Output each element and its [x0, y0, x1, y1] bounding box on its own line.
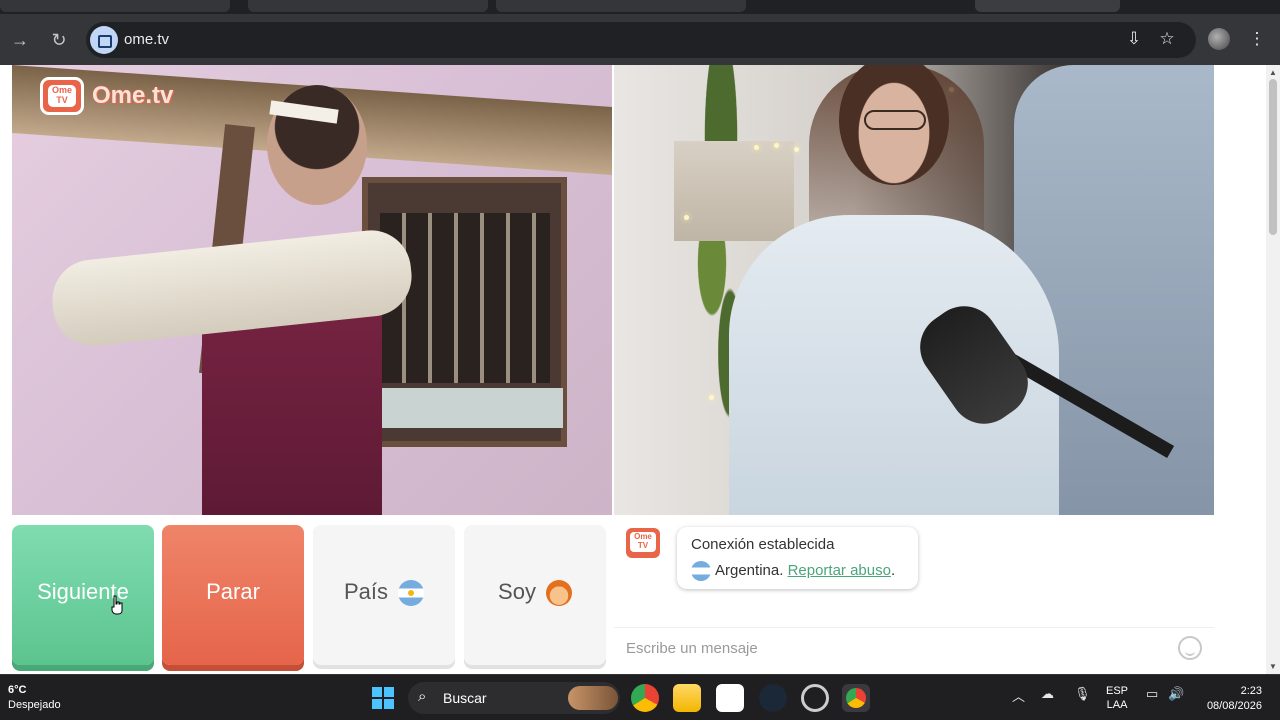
- obs-icon[interactable]: [801, 684, 829, 712]
- taskbar-search[interactable]: ⌕ Buscar: [408, 682, 620, 714]
- microphone-icon[interactable]: 🎙: [1074, 686, 1091, 702]
- bookmark-star-icon[interactable]: ☆: [1154, 26, 1180, 52]
- forward-icon[interactable]: →: [6, 26, 34, 54]
- browser-toolbar: → ↻ ome.tv ⇩ ☆ ⋮: [0, 14, 1280, 65]
- partner-country: Argentina.: [715, 561, 784, 579]
- onedrive-icon[interactable]: ☁: [1041, 686, 1054, 702]
- search-label: Buscar: [443, 690, 487, 706]
- ometv-logo[interactable]: Ome TV Ome.tv: [40, 75, 190, 117]
- ometv-avatar-icon: Ome TV: [626, 528, 660, 558]
- page-content: Ome TV Ome.tv Siguiente Parar País Soy O…: [0, 65, 1280, 674]
- capcut-icon[interactable]: [716, 684, 744, 712]
- url-text: ome.tv: [124, 31, 170, 48]
- connection-status: Conexión establecida: [691, 536, 835, 553]
- hand-cursor-icon: [111, 595, 123, 615]
- profile-avatar[interactable]: [1208, 28, 1230, 50]
- install-app-icon[interactable]: ⇩: [1121, 26, 1147, 52]
- steam-icon[interactable]: [759, 684, 787, 712]
- country-filter-button[interactable]: País: [313, 525, 455, 665]
- chat-panel: Ome TV Conexión establecida Argentina. Re…: [614, 515, 1214, 667]
- more-menu-icon[interactable]: ⋮: [1244, 26, 1270, 52]
- message-input[interactable]: [626, 636, 1166, 660]
- search-icon: ⌕: [418, 688, 427, 705]
- video-person: [864, 110, 926, 130]
- weather-condition: Despejado: [8, 699, 61, 711]
- browser-tab[interactable]: [248, 0, 488, 12]
- system-clock[interactable]: 2:23 08/08/2026: [1200, 684, 1262, 714]
- search-highlight-image: [568, 686, 618, 710]
- windows-taskbar: 6°C Despejado ⌕ Buscar ︿ ☁ 🎙 ESP LAA ▭ 🔊…: [0, 674, 1280, 720]
- video-scene: [674, 141, 794, 241]
- lang-layout: LAA: [1106, 699, 1128, 711]
- woman-emoji-icon: [545, 580, 572, 607]
- gender-button[interactable]: Soy: [464, 525, 606, 665]
- next-button[interactable]: Siguiente: [12, 525, 154, 665]
- tray-overflow-icon[interactable]: ︿: [1012, 686, 1025, 705]
- chrome-icon[interactable]: [631, 684, 659, 712]
- temperature: 6°C: [8, 684, 27, 696]
- stop-label: Parar: [206, 579, 260, 604]
- report-abuse-link[interactable]: Reportar abuso: [788, 562, 891, 579]
- input-language[interactable]: ESP LAA: [1106, 684, 1128, 712]
- scroll-up-icon[interactable]: ▲: [1269, 68, 1277, 77]
- network-icon[interactable]: ▭: [1146, 686, 1158, 702]
- argentina-flag-icon: [691, 561, 711, 581]
- partner-country-line: Argentina. Reportar abuso.: [691, 561, 895, 581]
- windows-start-icon[interactable]: [372, 687, 394, 709]
- tab-search-box[interactable]: [975, 0, 1120, 12]
- clock-date: 08/08/2026: [1206, 700, 1262, 712]
- report-suffix: .: [890, 561, 896, 579]
- chat-input-bar: [614, 627, 1214, 667]
- weather-widget[interactable]: 6°C Despejado: [8, 683, 61, 713]
- local-video: Ome TV Ome.tv: [12, 65, 612, 515]
- browser-tab[interactable]: [496, 0, 746, 12]
- lang-code: ESP: [1106, 685, 1129, 697]
- stop-button[interactable]: Parar: [162, 525, 304, 665]
- argentina-flag-icon: [398, 580, 425, 607]
- address-bar[interactable]: ome.tv: [86, 22, 1196, 58]
- volume-icon[interactable]: 🔊: [1168, 686, 1184, 702]
- country-label: País: [343, 579, 389, 604]
- gender-label: Soy: [498, 579, 536, 604]
- reload-icon[interactable]: ↻: [45, 26, 73, 54]
- tab-strip: [0, 0, 1280, 14]
- video-scene: [362, 177, 567, 447]
- scroll-down-icon[interactable]: ▼: [1269, 662, 1277, 671]
- clock-time: 2:23: [1240, 685, 1262, 697]
- site-info-icon[interactable]: [90, 26, 118, 54]
- logo-text: Ome.tv: [92, 82, 174, 109]
- tv-logo-icon: Ome TV: [40, 77, 84, 115]
- remote-video: [614, 65, 1214, 515]
- page-scrollbar[interactable]: ▲ ▼: [1266, 65, 1280, 674]
- scroll-thumb[interactable]: [1269, 79, 1277, 235]
- system-message: Conexión establecida Argentina. Reportar…: [677, 527, 918, 589]
- browser-tab[interactable]: [0, 0, 230, 12]
- file-explorer-icon[interactable]: [673, 684, 701, 712]
- chrome-active-icon[interactable]: [842, 684, 870, 712]
- emoji-picker-icon[interactable]: [1178, 636, 1202, 660]
